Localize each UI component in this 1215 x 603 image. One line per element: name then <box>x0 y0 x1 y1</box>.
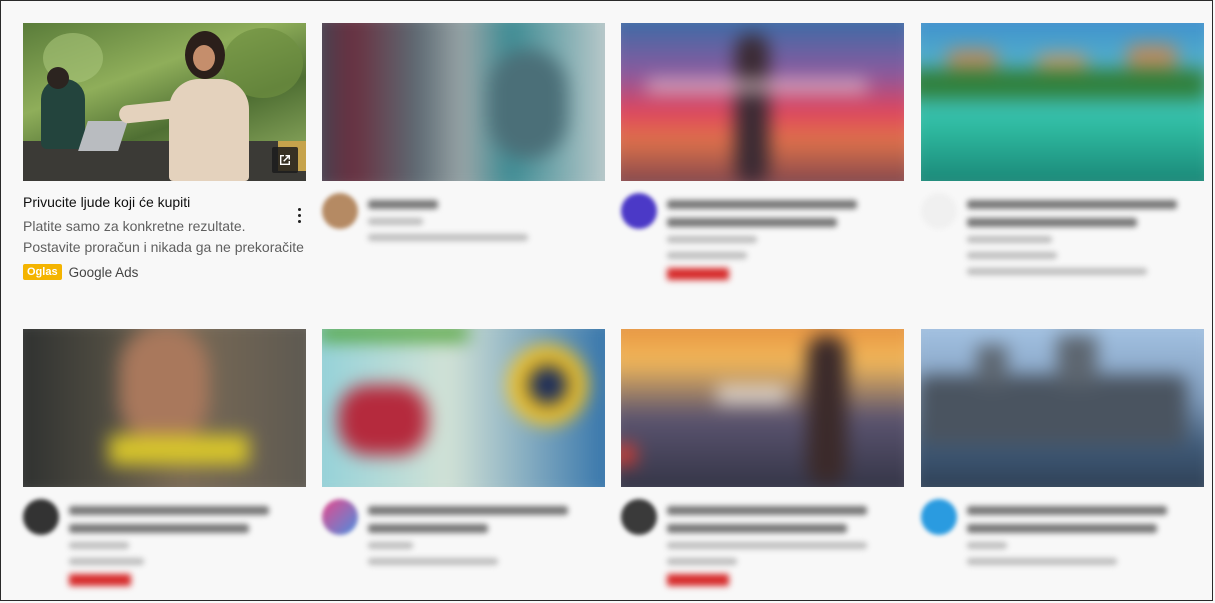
ad-advertiser: Google Ads <box>68 264 139 280</box>
video-card[interactable] <box>621 329 904 586</box>
video-thumbnail[interactable] <box>621 23 904 181</box>
video-card[interactable] <box>322 329 605 574</box>
channel-avatar[interactable] <box>621 193 657 229</box>
video-thumbnail[interactable] <box>322 23 605 181</box>
ad-title[interactable]: Privucite ljude koji će kupiti <box>23 193 306 211</box>
live-badge <box>69 574 131 586</box>
live-badge <box>667 574 729 586</box>
channel-avatar[interactable] <box>322 193 358 229</box>
video-card[interactable] <box>921 23 1204 284</box>
channel-avatar[interactable] <box>322 499 358 535</box>
live-badge <box>667 268 729 280</box>
video-thumbnail[interactable] <box>921 329 1204 487</box>
video-thumbnail[interactable] <box>621 329 904 487</box>
channel-avatar[interactable] <box>621 499 657 535</box>
kebab-menu-icon[interactable] <box>296 208 302 226</box>
video-card[interactable] <box>23 329 306 586</box>
video-grid: Privucite ljude koji će kupiti Platite s… <box>0 0 1213 601</box>
video-card[interactable] <box>322 23 605 250</box>
video-card[interactable] <box>921 329 1204 574</box>
video-thumbnail[interactable] <box>921 23 1204 181</box>
video-thumbnail[interactable] <box>23 329 306 487</box>
ad-thumbnail[interactable] <box>23 23 306 181</box>
ad-badge: Oglas <box>23 264 62 280</box>
ad-card[interactable]: Privucite ljude koji će kupiti Platite s… <box>23 23 306 280</box>
ad-description: Platite samo za konkretne rezultate. Pos… <box>23 218 304 255</box>
video-card[interactable] <box>621 23 904 280</box>
channel-avatar[interactable] <box>921 499 957 535</box>
channel-avatar[interactable] <box>23 499 59 535</box>
channel-avatar[interactable] <box>921 193 957 229</box>
video-thumbnail[interactable] <box>322 329 605 487</box>
external-link-icon[interactable] <box>272 147 298 173</box>
